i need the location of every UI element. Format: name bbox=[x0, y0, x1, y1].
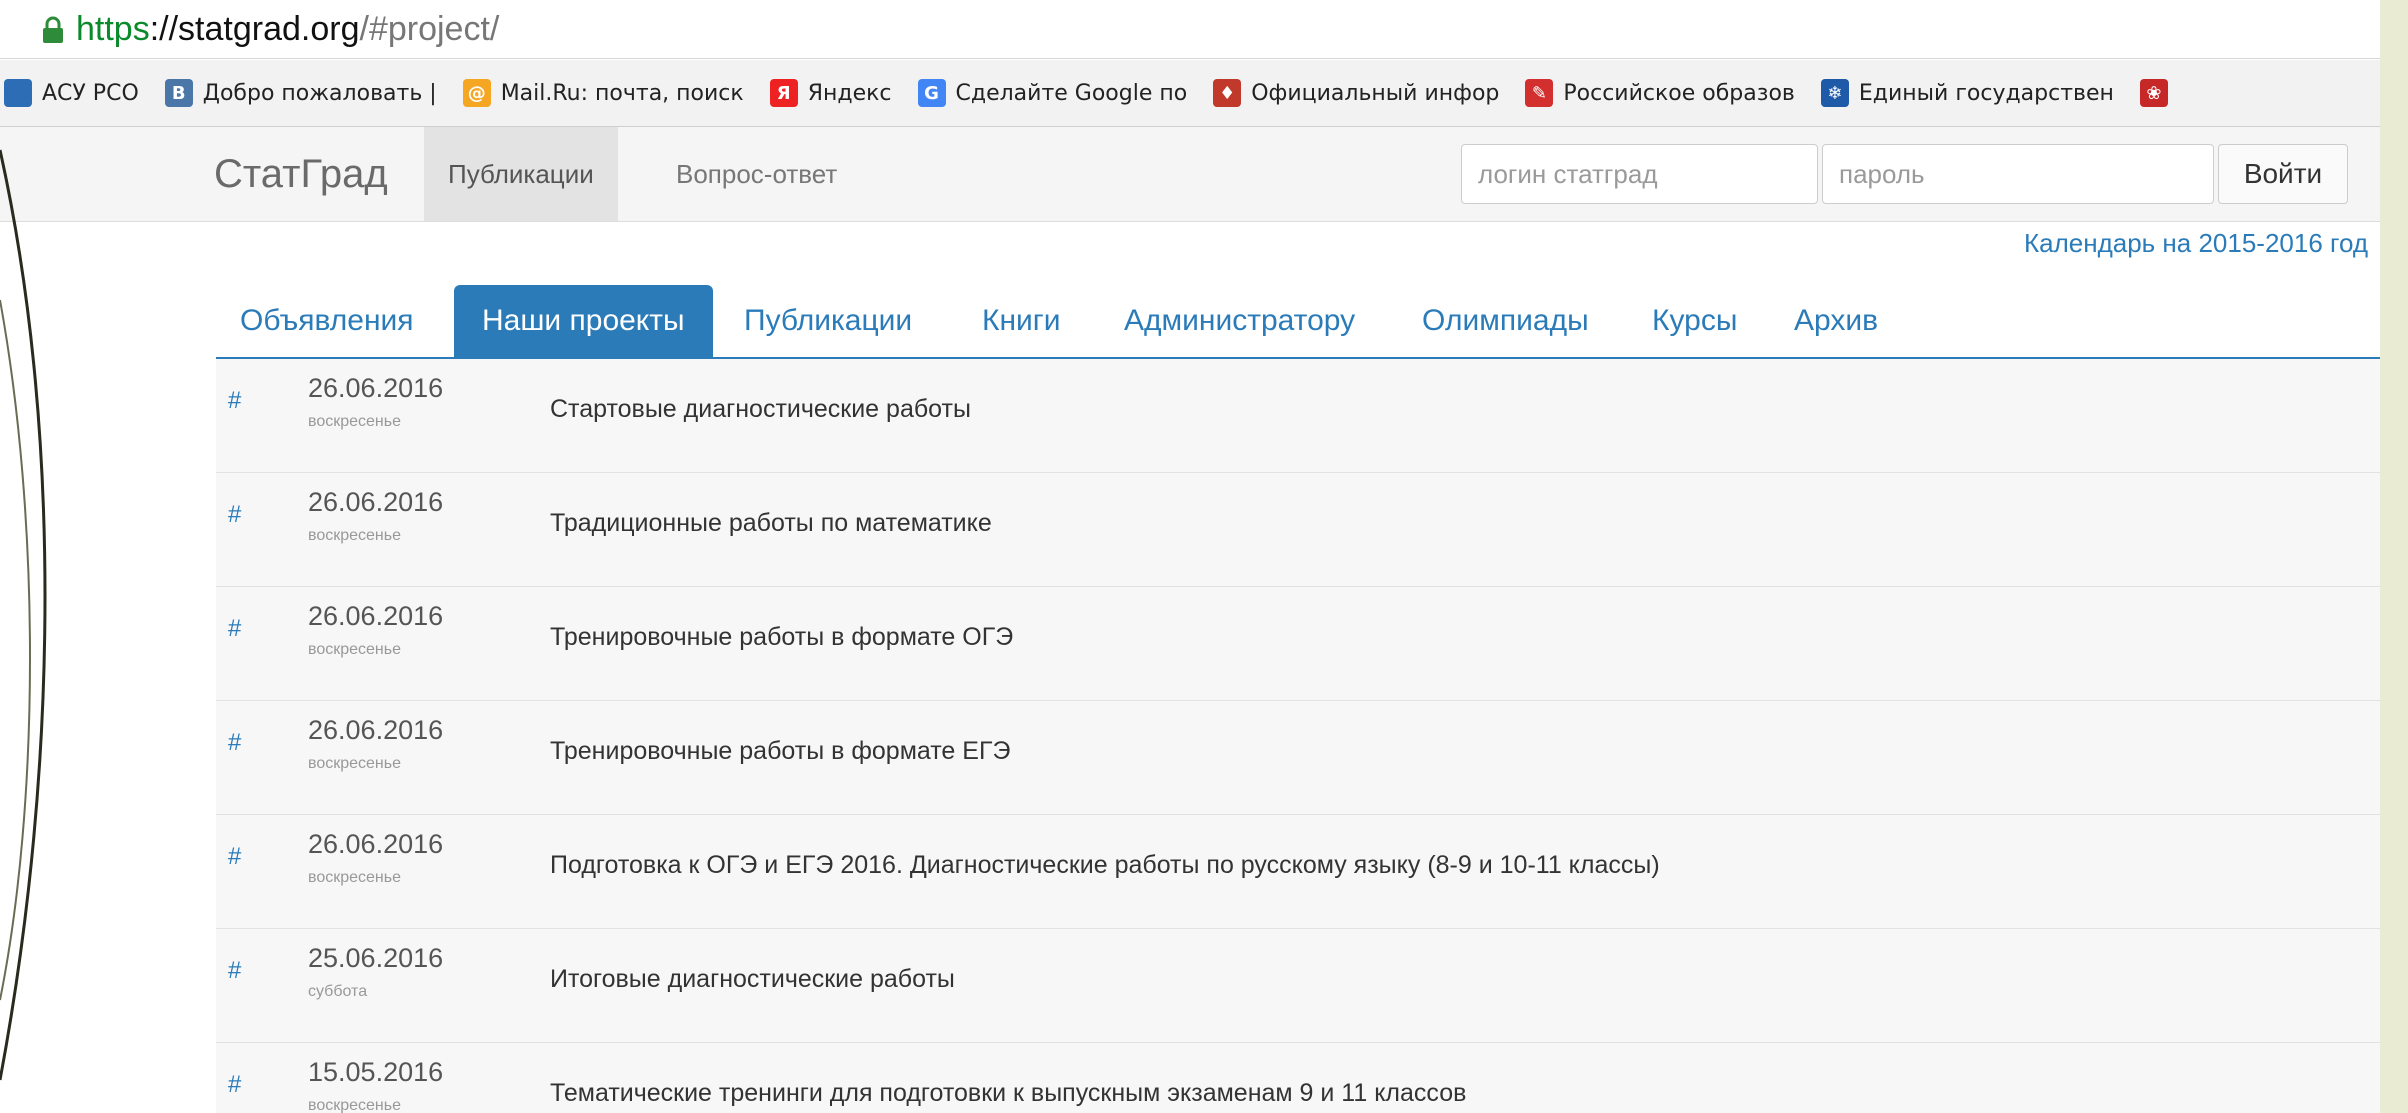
bookmark-item[interactable]: ♦ Официальный инфор bbox=[1213, 79, 1499, 107]
item-date: 26.06.2016 bbox=[308, 715, 444, 745]
list-item[interactable]: #15.05.2016 воскресенье Тематические трени… bbox=[216, 1043, 2380, 1113]
item-title[interactable]: Тренировочные работы в формате ОГЭ bbox=[550, 623, 1013, 652]
nav-publications[interactable]: Публикации bbox=[424, 127, 618, 221]
tab-courses[interactable]: Курсы bbox=[1652, 285, 1737, 357]
item-date: 26.06.2016 bbox=[308, 601, 444, 631]
tea-icon: ❀ bbox=[2139, 79, 2168, 107]
item-title[interactable]: Подготовка к ОГЭ и ЕГЭ 2016. Диагностиче… bbox=[550, 851, 1660, 880]
password-input[interactable] bbox=[1822, 144, 2214, 204]
item-weekday: воскресенье bbox=[308, 1097, 401, 1113]
google-icon: G bbox=[917, 79, 946, 107]
item-title[interactable]: Стартовые диагностические работы bbox=[550, 395, 971, 424]
item-date: 26.06.2016 bbox=[308, 373, 444, 403]
list-item[interactable]: #26.06.2016 воскресенье Тренировочные рабо… bbox=[216, 587, 2380, 701]
item-title[interactable]: Традиционные работы по математике bbox=[550, 509, 992, 538]
bookmarks-bar: АСУ РСО В Добро пожаловать | @ Mail.Ru: почт… bbox=[0, 60, 2380, 127]
login-button[interactable]: Войти bbox=[2218, 144, 2348, 204]
permalink-hash[interactable]: # bbox=[228, 843, 241, 871]
tab-books[interactable]: Книги bbox=[982, 285, 1061, 357]
url-host: ://statgrad.org bbox=[149, 10, 360, 48]
yandex-icon: Я bbox=[769, 79, 798, 107]
address-bar[interactable]: https://statgrad.org/#project/ bbox=[0, 0, 2380, 59]
item-date: 26.06.2016 bbox=[308, 829, 444, 859]
bookmark-label: Единый государствен bbox=[1858, 80, 2114, 106]
item-weekday: воскресенье bbox=[308, 869, 401, 886]
permalink-hash[interactable]: # bbox=[228, 501, 241, 529]
item-title[interactable]: Тематические тренинги для подготовки к в… bbox=[550, 1079, 1466, 1108]
item-date: 26.06.2016 bbox=[308, 487, 444, 517]
tab-bar: Объявления Наши проекты Публикации Книги… bbox=[216, 285, 2380, 359]
project-list: #26.06.2016 воскресенье Стартовые диагност… bbox=[216, 359, 2380, 1113]
list-item[interactable]: #26.06.2016 воскресенье Тренировочные рабо… bbox=[216, 701, 2380, 815]
slide-background bbox=[2380, 0, 2408, 1113]
permalink-hash[interactable]: # bbox=[228, 957, 241, 985]
bookmark-item[interactable]: ❄ Единый государствен bbox=[1820, 79, 2114, 107]
bookmark-item[interactable]: В Добро пожаловать | bbox=[164, 79, 437, 107]
bookmark-item[interactable]: ❀ bbox=[2139, 79, 2178, 107]
permalink-hash[interactable]: # bbox=[228, 729, 241, 757]
permalink-hash[interactable]: # bbox=[228, 1071, 241, 1099]
vk-icon: В bbox=[164, 79, 193, 107]
item-title[interactable]: Итоговые диагностические работы bbox=[550, 965, 955, 994]
bookmark-label: Официальный инфор bbox=[1251, 80, 1500, 106]
bookmark-label: Яндекс bbox=[807, 80, 892, 106]
tab-our-projects[interactable]: Наши проекты bbox=[454, 285, 713, 359]
list-item[interactable]: #26.06.2016 воскресенье Традиционные работ… bbox=[216, 473, 2380, 587]
url-text[interactable]: https://statgrad.org/#project/ bbox=[76, 8, 499, 50]
list-item[interactable]: #26.06.2016 воскресенье Подготовка к ОГЭ и… bbox=[216, 815, 2380, 929]
site-logo[interactable]: СтатГрад bbox=[214, 149, 388, 199]
bookmark-item[interactable]: @ Mail.Ru: почта, поиск bbox=[462, 79, 744, 107]
browser-window: https://statgrad.org/#project/ АСУ РСО В Д… bbox=[0, 0, 2380, 1113]
decorative-curve bbox=[0, 149, 47, 1081]
item-title[interactable]: Тренировочные работы в формате ЕГЭ bbox=[550, 737, 1010, 766]
tab-administrator[interactable]: Администратору bbox=[1124, 285, 1355, 357]
item-weekday: воскресенье bbox=[308, 527, 401, 544]
bookmark-label: Сделайте Google по bbox=[955, 80, 1188, 106]
eagle-icon: ♦ bbox=[1213, 79, 1242, 107]
gosuslugi-icon: ❄ bbox=[1820, 79, 1849, 107]
bookmark-label: Российское образов bbox=[1563, 80, 1795, 106]
bookmark-label: Mail.Ru: почта, поиск bbox=[500, 80, 744, 106]
item-weekday: суббота bbox=[308, 983, 368, 1000]
url-path: /#project/ bbox=[359, 10, 500, 48]
calendar-link[interactable]: Календарь на 2015-2016 год bbox=[2024, 228, 2368, 259]
site-navbar: СтатГрад Публикации Вопрос-ответ Войти bbox=[0, 127, 2380, 222]
bookmark-item[interactable]: G Сделайте Google по bbox=[917, 79, 1188, 107]
login-input[interactable] bbox=[1461, 144, 1818, 204]
item-weekday: воскресенье bbox=[308, 755, 401, 772]
permalink-hash[interactable]: # bbox=[228, 387, 241, 415]
tab-announcements[interactable]: Объявления bbox=[240, 285, 414, 357]
bookmark-label: Добро пожаловать | bbox=[202, 80, 437, 106]
tab-olympiads[interactable]: Олимпиады bbox=[1422, 285, 1589, 357]
tab-publications[interactable]: Публикации bbox=[744, 285, 912, 357]
list-item[interactable]: #26.06.2016 воскресенье Стартовые диагност… bbox=[216, 359, 2380, 473]
feather-icon: ✎ bbox=[1525, 79, 1554, 107]
nav-faq[interactable]: Вопрос-ответ bbox=[652, 127, 861, 221]
item-weekday: воскресенье bbox=[308, 641, 401, 658]
permalink-hash[interactable]: # bbox=[228, 615, 241, 643]
item-date: 25.06.2016 bbox=[308, 943, 444, 973]
url-scheme: https bbox=[76, 10, 150, 48]
list-item[interactable]: #25.06.2016 суббота Итоговые диагностическ… bbox=[216, 929, 2380, 1043]
bookmark-item[interactable]: ✎ Российское образов bbox=[1525, 79, 1795, 107]
item-date: 15.05.2016 bbox=[308, 1057, 444, 1087]
item-weekday: воскресенье bbox=[308, 413, 401, 430]
mailru-icon: @ bbox=[462, 79, 491, 107]
bookmark-item[interactable]: Я Яндекс bbox=[769, 79, 892, 107]
tab-archive[interactable]: Архив bbox=[1794, 285, 1878, 357]
